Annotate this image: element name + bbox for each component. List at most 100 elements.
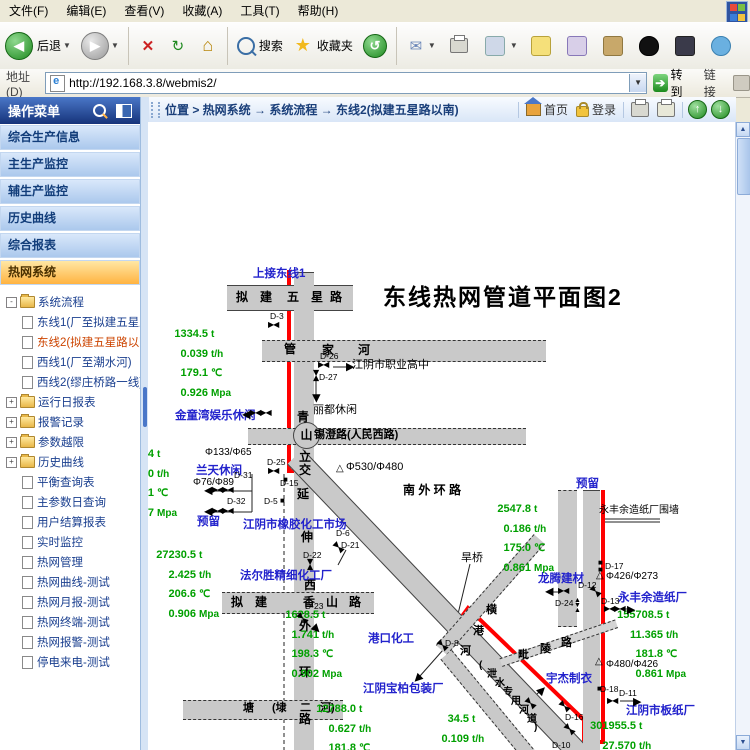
tree-item[interactable]: 停电来电-测试 — [0, 652, 140, 672]
menu-item[interactable]: 查看(V) — [115, 0, 173, 22]
tree-item[interactable]: 西线1(厂至潮水河) — [0, 352, 140, 372]
tree-item[interactable]: 主参数日查询 — [0, 492, 140, 512]
tree-item[interactable]: 东线2(拟建五星路以南) — [0, 332, 140, 352]
back-button[interactable]: ◀ 后退 ▼ — [2, 26, 74, 66]
measurement-line: 2547.8t — [480, 500, 560, 520]
home-page-button[interactable]: 首页 — [526, 101, 568, 118]
scrollbar-thumb[interactable] — [737, 138, 750, 195]
tree-item[interactable]: 热网管理 — [0, 552, 140, 572]
tree-item[interactable]: +报警记录 — [0, 412, 140, 432]
notes-button[interactable] — [525, 26, 557, 66]
favorites-button[interactable]: ★ 收藏夹 — [290, 26, 356, 66]
forward-dropdown-icon[interactable]: ▼ — [111, 41, 119, 50]
road-name-char: 路 — [330, 291, 342, 303]
file-icon — [22, 536, 33, 549]
search-button[interactable]: 搜索 — [234, 26, 286, 66]
sidebar-header: 操作菜单 — [0, 97, 140, 124]
scrollbar-down-icon[interactable]: ▼ — [736, 735, 750, 750]
tree-item[interactable]: +历史曲线 — [0, 452, 140, 472]
map-top-link: 上接东线1 — [253, 268, 305, 281]
expand-icon[interactable]: + — [6, 457, 17, 468]
scroll-down-icon[interactable]: ↓ — [711, 100, 730, 119]
expand-icon[interactable]: + — [6, 437, 17, 448]
menu-item[interactable]: 帮助(H) — [289, 0, 348, 22]
expand-icon[interactable]: + — [6, 417, 17, 428]
mail-button[interactable]: ✉▼ — [403, 26, 439, 66]
sidebar: 综合生产信息主生产监控辅生产监控历史曲线综合报表热网系统 -系统流程东线1(厂至… — [0, 124, 141, 750]
home-page-icon — [526, 103, 541, 116]
sidebar-collapse-icon[interactable] — [116, 104, 132, 118]
sidebar-menu-item[interactable]: 综合报表 — [0, 232, 140, 259]
menu-item[interactable]: 工具(T) — [231, 0, 288, 22]
favorites-label: 收藏夹 — [317, 37, 353, 54]
print-button[interactable] — [443, 26, 475, 66]
vertical-scrollbar[interactable]: ▲ ▼ — [735, 122, 750, 750]
road-name-char: 港 — [473, 626, 484, 637]
map-note: 丽都休闲 — [313, 404, 357, 416]
login-label: 登录 — [592, 101, 616, 118]
road-name-char: 建 — [255, 596, 267, 608]
address-dropdown-icon[interactable]: ▼ — [629, 74, 646, 92]
sidebar-menu-item-selected[interactable]: 热网系统 — [0, 259, 140, 286]
valve-icon: ▶◀ — [306, 559, 314, 569]
go-button[interactable]: ➔ 转到 — [653, 66, 690, 100]
tree-item[interactable]: 热网曲线-测试 — [0, 572, 140, 592]
tree-item[interactable]: +参数越限 — [0, 432, 140, 452]
tree-item[interactable]: 用户结算报表 — [0, 512, 140, 532]
valve-icon: ■ — [597, 685, 601, 693]
print-preview-icon[interactable] — [657, 102, 675, 117]
tree-item[interactable]: 西线2(缪庄桥路一线) — [0, 372, 140, 392]
address-input[interactable]: http://192.168.3.8/webmis2/ ▼ — [45, 72, 647, 94]
sidebar-search-icon[interactable] — [93, 104, 106, 117]
tree-item-label: 西线1(厂至潮水河) — [37, 354, 132, 370]
tree-item-label: 停电来电-测试 — [37, 654, 110, 670]
stop-button[interactable]: ✕ — [135, 26, 161, 66]
expand-icon[interactable]: + — [6, 397, 17, 408]
menu-item[interactable]: 文件(F) — [0, 0, 57, 22]
sidebar-menu-item[interactable]: 综合生产信息 — [0, 124, 140, 151]
tree-item[interactable]: -系统流程 — [0, 292, 140, 312]
print-page-icon[interactable] — [631, 102, 649, 117]
main-content: 东线热网管道平面图2 山拟建五星路管家河青立交延伸西外环路拟建香山路塘(埭二河)… — [148, 122, 736, 750]
tree-item[interactable]: 平衡查询表 — [0, 472, 140, 492]
contacts-button[interactable] — [705, 26, 737, 66]
tree-item-label: 东线1(厂至拟建五星路) — [37, 314, 140, 330]
history-button[interactable]: ↺ — [360, 26, 390, 66]
collapse-icon[interactable]: - — [6, 297, 17, 308]
file-icon — [22, 356, 33, 369]
menu-item[interactable]: 编辑(E) — [57, 0, 115, 22]
road-name-char: 延 — [297, 488, 309, 500]
tree-item[interactable]: 东线1(厂至拟建五星路) — [0, 312, 140, 332]
lock-icon — [576, 106, 589, 117]
sidebar-menu-item[interactable]: 辅生产监控 — [0, 178, 140, 205]
scroll-up-icon[interactable]: ↑ — [688, 100, 707, 119]
tree-item[interactable]: 实时监控 — [0, 532, 140, 552]
qq-button[interactable] — [633, 26, 665, 66]
tree-item[interactable]: +运行日报表 — [0, 392, 140, 412]
media-button[interactable] — [597, 26, 629, 66]
home-button[interactable]: ⌂ — [195, 26, 221, 66]
road-name-char: ( — [479, 661, 482, 671]
research-icon — [567, 36, 587, 56]
back-label: 后退 — [37, 37, 61, 54]
edit-button[interactable]: ▼ — [479, 26, 521, 66]
links-label[interactable]: 链接 — [704, 66, 724, 100]
sidebar-menu-item[interactable]: 主生产监控 — [0, 151, 140, 178]
refresh-button[interactable]: ↻ — [165, 26, 191, 66]
tree-item[interactable]: 热网报警-测试 — [0, 632, 140, 652]
snagit-icon[interactable] — [733, 75, 750, 91]
research-button[interactable] — [561, 26, 593, 66]
road-name-char: ) — [534, 723, 537, 733]
menu-item[interactable]: 收藏(A) — [173, 0, 231, 22]
tree-item[interactable]: 热网月报-测试 — [0, 592, 140, 612]
map-note: 南 外 环 路 — [403, 484, 461, 497]
tree-item[interactable]: 热网终端-测试 — [0, 612, 140, 632]
scrollbar-up-icon[interactable]: ▲ — [736, 122, 750, 137]
measurement-line: 11.365t/h — [612, 626, 692, 646]
tree-item-label: 实时监控 — [37, 534, 83, 550]
sidebar-menu-item[interactable]: 历史曲线 — [0, 205, 140, 232]
forward-button[interactable]: ▶ ▼ — [78, 26, 122, 66]
login-button[interactable]: 登录 — [576, 101, 616, 118]
back-dropdown-icon[interactable]: ▼ — [63, 41, 71, 50]
messenger-button[interactable] — [669, 26, 701, 66]
